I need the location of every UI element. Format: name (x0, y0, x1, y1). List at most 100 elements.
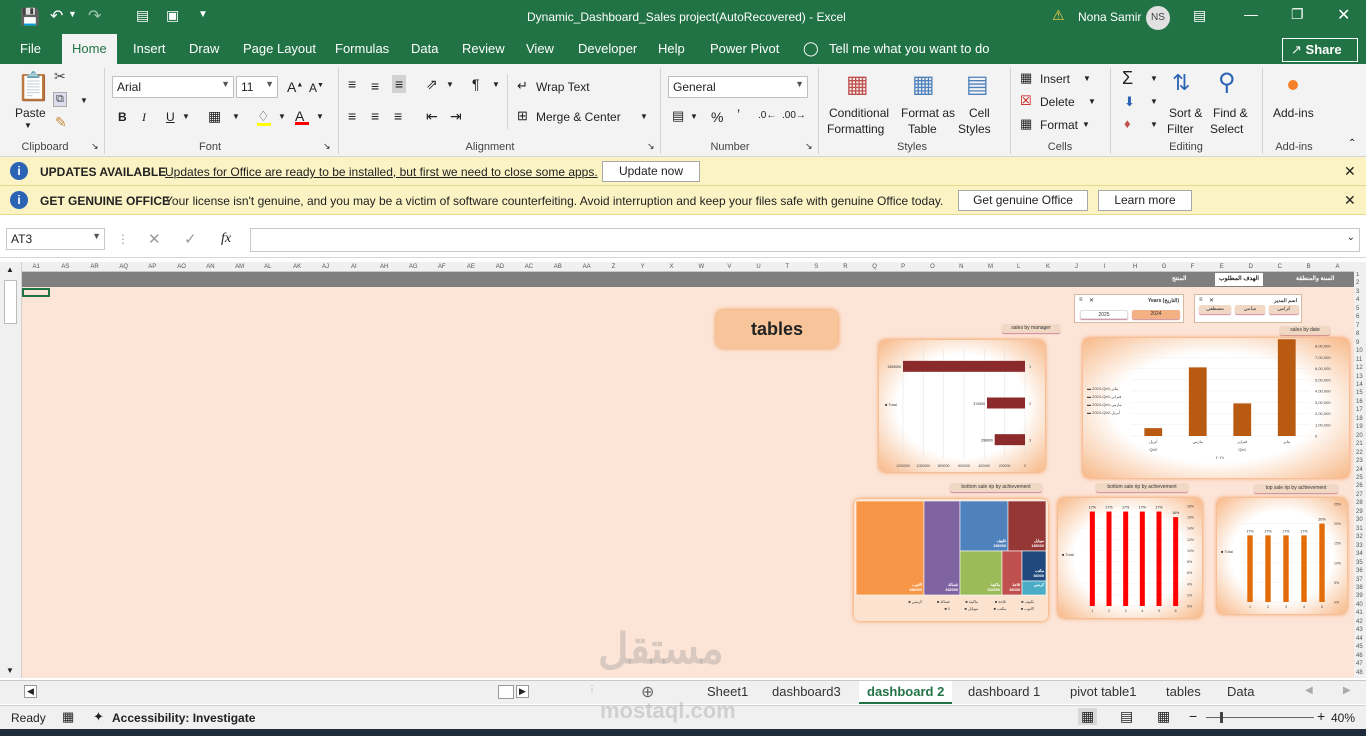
underline-button[interactable]: U (166, 110, 175, 124)
column-header[interactable]: AQ (119, 264, 128, 270)
column-header[interactable]: AF (438, 264, 446, 270)
header-tab-product[interactable]: المنتج (1172, 275, 1186, 282)
middle-align-icon[interactable]: ≡ (371, 78, 379, 94)
sales-by-manager-chart[interactable]: 1200000 1000000 800000 600000 400000 200000 0 ■… (879, 340, 1045, 472)
column-header[interactable]: Q (872, 264, 877, 270)
column-header[interactable]: M (988, 264, 993, 270)
years-slicer-item-2024[interactable]: 2024 (1132, 310, 1180, 319)
column-header[interactable]: AK (293, 264, 301, 270)
sheet-tab-data[interactable]: Data (1227, 684, 1254, 699)
decrease-indent-icon[interactable]: ⇤ (426, 108, 438, 125)
borders-icon[interactable]: ▦ (208, 108, 221, 125)
column-header[interactable]: K (1046, 264, 1050, 270)
clear-filter-icon[interactable]: ✕ (1089, 297, 1094, 304)
orientation-dropdown-icon[interactable]: ▼ (446, 80, 454, 89)
share-button[interactable]: ↗ Share (1282, 38, 1358, 62)
font-color-icon[interactable]: A (295, 108, 309, 125)
column-header[interactable]: Z (612, 264, 616, 270)
manager-slicer[interactable]: اسم المدير ≡ ✕ كرامي سامي مصطفي (1194, 294, 1302, 323)
undo-dropdown-icon[interactable]: ▼ (68, 9, 77, 19)
row-header[interactable]: 26 (1356, 483, 1363, 489)
format-table-label-1[interactable]: Format as (901, 106, 955, 120)
column-header[interactable]: H (1133, 264, 1137, 270)
decrease-font-icon[interactable]: A▼ (309, 81, 324, 95)
add-ins-button[interactable]: Add-ins (1273, 106, 1314, 120)
sheet-tab-dashboard-1[interactable]: dashboard 1 (968, 684, 1040, 699)
row-header[interactable]: 15 (1356, 390, 1363, 396)
row-header[interactable]: 11 (1356, 357, 1362, 363)
get-genuine-button[interactable]: Get genuine Office (958, 190, 1088, 211)
clear-icon[interactable]: ♦ (1124, 116, 1131, 131)
tab-review[interactable]: Review (462, 41, 505, 56)
font-size-select[interactable]: 11 ▼ (236, 76, 278, 98)
row-header[interactable]: 46 (1356, 653, 1363, 659)
accessibility-status[interactable]: Accessibility: Investigate (112, 711, 255, 725)
find-select-label-1[interactable]: Find & (1213, 106, 1248, 120)
enter-icon[interactable]: ✓ (184, 230, 197, 248)
autosum-icon[interactable]: Σ (1122, 68, 1133, 89)
row-header[interactable]: 9 (1356, 340, 1359, 346)
rtl-dropdown-icon[interactable]: ▼ (492, 80, 500, 89)
column-header[interactable]: AL (264, 264, 271, 270)
column-header[interactable]: N (959, 264, 963, 270)
sheet-tab-tables[interactable]: tables (1166, 684, 1201, 699)
column-header[interactable]: I (1104, 264, 1106, 270)
column-header[interactable]: R (843, 264, 847, 270)
increase-indent-icon[interactable]: ⇥ (450, 108, 462, 125)
column-header[interactable]: W (698, 264, 704, 270)
column-header[interactable]: AA (583, 264, 591, 270)
horizontal-scroll-thumb[interactable] (498, 685, 514, 699)
delete-dropdown-icon[interactable]: ▼ (1088, 97, 1096, 106)
conditional-formatting-label-1[interactable]: Conditional (829, 106, 889, 120)
sort-filter-label-1[interactable]: Sort & (1169, 106, 1202, 120)
tell-me-search[interactable]: Tell me what you want to do (829, 41, 989, 56)
header-tab-target[interactable]: الهدف المطلوب (1215, 273, 1263, 286)
row-header[interactable]: 38 (1356, 585, 1363, 591)
cancel-icon[interactable]: ✕ (148, 230, 161, 248)
column-header[interactable]: E (1220, 264, 1224, 270)
sheet-tab-pivot-table1[interactable]: pivot table1 (1070, 684, 1137, 699)
page-break-view-icon[interactable]: ▦ (1157, 708, 1170, 725)
zoom-slider-thumb[interactable] (1220, 712, 1223, 723)
close-window-icon[interactable]: ✕ (1337, 5, 1350, 25)
column-header[interactable]: AO (177, 264, 186, 270)
bold-button[interactable]: B (118, 110, 127, 124)
insert-dropdown-icon[interactable]: ▼ (1083, 74, 1091, 83)
row-header[interactable]: 21 (1356, 441, 1363, 447)
row-header[interactable]: 5 (1356, 306, 1359, 312)
column-header[interactable]: AN (206, 264, 214, 270)
scroll-right-icon[interactable]: ▶ (516, 685, 529, 698)
format-table-label-2[interactable]: Table (908, 122, 937, 136)
wrap-text-button[interactable]: Wrap Text (536, 80, 590, 94)
fill-icon[interactable]: ⬇ (1124, 94, 1135, 110)
delete-cells-button[interactable]: Delete (1040, 95, 1075, 109)
align-center-icon[interactable]: ≡ (371, 108, 379, 124)
row-header[interactable]: 44 (1356, 636, 1363, 642)
column-header[interactable]: AB (554, 264, 562, 270)
row-header[interactable]: 4 (1356, 297, 1359, 303)
zoom-level[interactable]: 40% (1331, 711, 1355, 725)
sheet-tab-dashboard3[interactable]: dashboard3 (772, 684, 841, 699)
accounting-icon[interactable]: ▤ (672, 108, 684, 124)
column-header[interactable]: AS (61, 264, 69, 270)
scroll-down-icon[interactable]: ▼ (6, 666, 14, 675)
row-header[interactable]: 31 (1356, 526, 1363, 532)
format-dropdown-icon[interactable]: ▼ (1082, 120, 1090, 129)
tables-button[interactable]: tables (716, 310, 838, 348)
column-header[interactable]: A (1336, 264, 1340, 270)
tab-split-grip-icon[interactable]: ⋮ (588, 684, 596, 693)
years-slicer[interactable]: Years (التاريخ) ≡ ✕ 2024 2025 (1074, 294, 1184, 323)
update-now-button[interactable]: Update now (602, 161, 700, 182)
updates-text[interactable]: Updates for Office are ready to be insta… (165, 165, 598, 179)
column-header[interactable]: B (1307, 264, 1311, 270)
row-header[interactable]: 39 (1356, 593, 1363, 599)
column-header[interactable]: G (1162, 264, 1167, 270)
manager-slicer-item-2[interactable]: سامي (1235, 305, 1265, 314)
sheet-tab-dashboard-2[interactable]: dashboard 2 (859, 681, 953, 704)
align-right-icon[interactable]: ≡ (394, 108, 402, 124)
row-header[interactable]: 16 (1356, 399, 1363, 405)
insert-function-button[interactable]: fx (221, 231, 231, 247)
column-header[interactable]: AM (235, 264, 244, 270)
column-header[interactable]: AJ (322, 264, 329, 270)
tab-page-layout[interactable]: Page Layout (243, 41, 316, 56)
